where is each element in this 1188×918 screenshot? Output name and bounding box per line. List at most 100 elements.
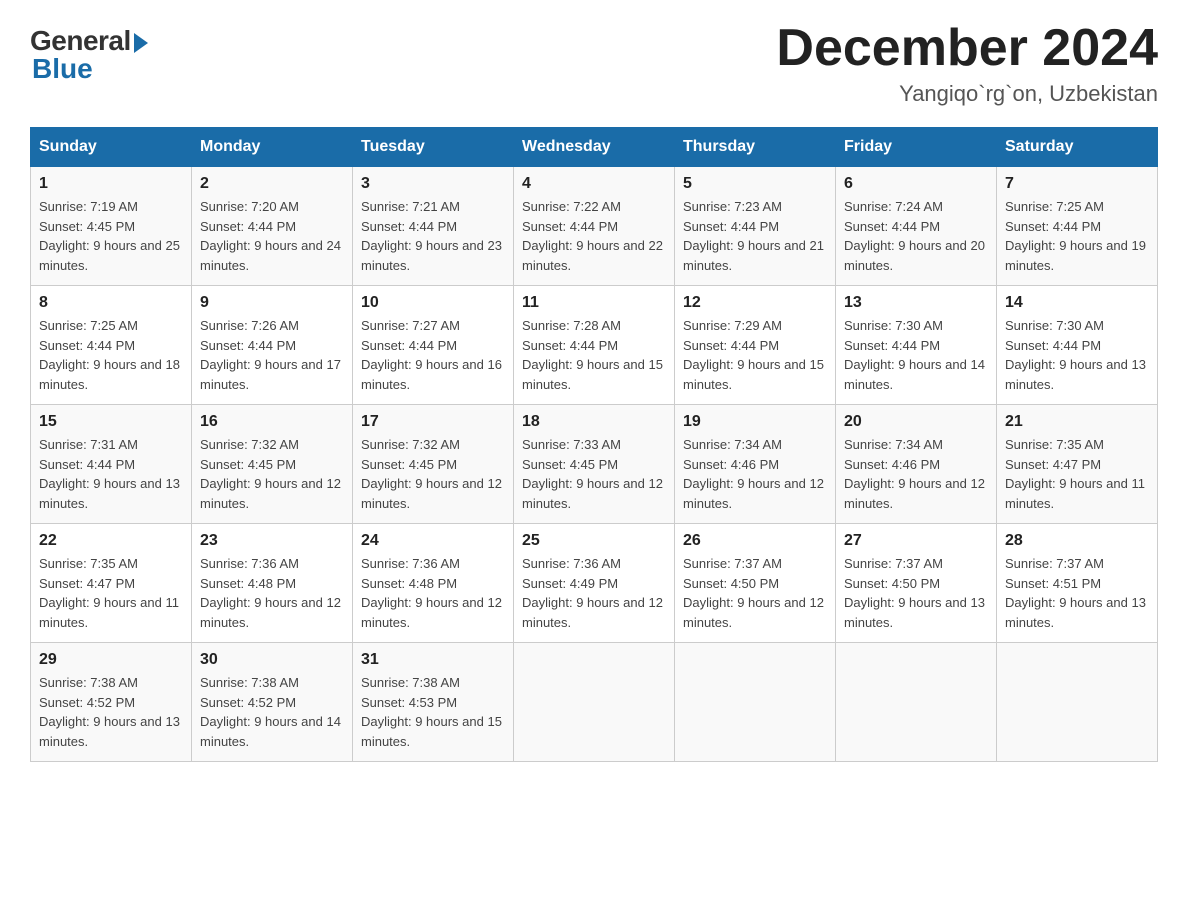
day-number: 20 (844, 413, 988, 431)
calendar-header-wednesday: Wednesday (514, 128, 675, 167)
calendar-cell: 14 Sunrise: 7:30 AMSunset: 4:44 PMDaylig… (997, 286, 1158, 405)
day-number: 30 (200, 651, 344, 669)
calendar-cell (675, 643, 836, 762)
day-info: Sunrise: 7:22 AMSunset: 4:44 PMDaylight:… (522, 197, 666, 275)
day-info: Sunrise: 7:24 AMSunset: 4:44 PMDaylight:… (844, 197, 988, 275)
day-number: 22 (39, 532, 183, 550)
day-info: Sunrise: 7:38 AMSunset: 4:52 PMDaylight:… (39, 673, 183, 751)
calendar-cell: 27 Sunrise: 7:37 AMSunset: 4:50 PMDaylig… (836, 524, 997, 643)
day-number: 10 (361, 294, 505, 312)
day-info: Sunrise: 7:34 AMSunset: 4:46 PMDaylight:… (844, 435, 988, 513)
day-number: 19 (683, 413, 827, 431)
calendar-header-monday: Monday (192, 128, 353, 167)
day-number: 17 (361, 413, 505, 431)
day-info: Sunrise: 7:30 AMSunset: 4:44 PMDaylight:… (844, 316, 988, 394)
month-year-title: December 2024 (776, 20, 1158, 77)
day-info: Sunrise: 7:36 AMSunset: 4:48 PMDaylight:… (200, 554, 344, 632)
day-number: 5 (683, 175, 827, 193)
day-number: 13 (844, 294, 988, 312)
calendar-week-row: 15 Sunrise: 7:31 AMSunset: 4:44 PMDaylig… (31, 405, 1158, 524)
day-info: Sunrise: 7:35 AMSunset: 4:47 PMDaylight:… (39, 554, 183, 632)
day-number: 23 (200, 532, 344, 550)
calendar-header-tuesday: Tuesday (353, 128, 514, 167)
calendar-cell: 23 Sunrise: 7:36 AMSunset: 4:48 PMDaylig… (192, 524, 353, 643)
day-number: 15 (39, 413, 183, 431)
day-number: 18 (522, 413, 666, 431)
day-info: Sunrise: 7:35 AMSunset: 4:47 PMDaylight:… (1005, 435, 1149, 513)
day-info: Sunrise: 7:25 AMSunset: 4:44 PMDaylight:… (39, 316, 183, 394)
calendar-body: 1 Sunrise: 7:19 AMSunset: 4:45 PMDayligh… (31, 167, 1158, 762)
day-number: 9 (200, 294, 344, 312)
day-info: Sunrise: 7:37 AMSunset: 4:51 PMDaylight:… (1005, 554, 1149, 632)
day-number: 3 (361, 175, 505, 193)
calendar-week-row: 22 Sunrise: 7:35 AMSunset: 4:47 PMDaylig… (31, 524, 1158, 643)
day-number: 21 (1005, 413, 1149, 431)
logo: General Blue (30, 20, 148, 85)
calendar-cell: 11 Sunrise: 7:28 AMSunset: 4:44 PMDaylig… (514, 286, 675, 405)
day-info: Sunrise: 7:25 AMSunset: 4:44 PMDaylight:… (1005, 197, 1149, 275)
day-number: 12 (683, 294, 827, 312)
day-number: 11 (522, 294, 666, 312)
calendar-cell: 17 Sunrise: 7:32 AMSunset: 4:45 PMDaylig… (353, 405, 514, 524)
calendar-cell: 19 Sunrise: 7:34 AMSunset: 4:46 PMDaylig… (675, 405, 836, 524)
calendar-cell: 15 Sunrise: 7:31 AMSunset: 4:44 PMDaylig… (31, 405, 192, 524)
calendar-cell: 12 Sunrise: 7:29 AMSunset: 4:44 PMDaylig… (675, 286, 836, 405)
day-info: Sunrise: 7:19 AMSunset: 4:45 PMDaylight:… (39, 197, 183, 275)
calendar-week-row: 8 Sunrise: 7:25 AMSunset: 4:44 PMDayligh… (31, 286, 1158, 405)
calendar-cell: 13 Sunrise: 7:30 AMSunset: 4:44 PMDaylig… (836, 286, 997, 405)
day-info: Sunrise: 7:23 AMSunset: 4:44 PMDaylight:… (683, 197, 827, 275)
calendar-cell: 7 Sunrise: 7:25 AMSunset: 4:44 PMDayligh… (997, 167, 1158, 286)
calendar-cell: 8 Sunrise: 7:25 AMSunset: 4:44 PMDayligh… (31, 286, 192, 405)
calendar-cell: 25 Sunrise: 7:36 AMSunset: 4:49 PMDaylig… (514, 524, 675, 643)
calendar-cell: 3 Sunrise: 7:21 AMSunset: 4:44 PMDayligh… (353, 167, 514, 286)
day-info: Sunrise: 7:38 AMSunset: 4:52 PMDaylight:… (200, 673, 344, 751)
calendar-table: SundayMondayTuesdayWednesdayThursdayFrid… (30, 127, 1158, 762)
day-number: 24 (361, 532, 505, 550)
day-number: 14 (1005, 294, 1149, 312)
calendar-header-friday: Friday (836, 128, 997, 167)
location-subtitle: Yangiqo`rg`on, Uzbekistan (776, 81, 1158, 107)
calendar-cell (836, 643, 997, 762)
day-number: 2 (200, 175, 344, 193)
calendar-week-row: 1 Sunrise: 7:19 AMSunset: 4:45 PMDayligh… (31, 167, 1158, 286)
day-number: 27 (844, 532, 988, 550)
calendar-cell: 16 Sunrise: 7:32 AMSunset: 4:45 PMDaylig… (192, 405, 353, 524)
calendar-cell: 22 Sunrise: 7:35 AMSunset: 4:47 PMDaylig… (31, 524, 192, 643)
title-block: December 2024 Yangiqo`rg`on, Uzbekistan (776, 20, 1158, 107)
calendar-week-row: 29 Sunrise: 7:38 AMSunset: 4:52 PMDaylig… (31, 643, 1158, 762)
day-number: 29 (39, 651, 183, 669)
calendar-header-saturday: Saturday (997, 128, 1158, 167)
logo-blue-text: Blue (32, 53, 93, 85)
day-info: Sunrise: 7:33 AMSunset: 4:45 PMDaylight:… (522, 435, 666, 513)
day-info: Sunrise: 7:37 AMSunset: 4:50 PMDaylight:… (844, 554, 988, 632)
day-number: 16 (200, 413, 344, 431)
day-info: Sunrise: 7:32 AMSunset: 4:45 PMDaylight:… (361, 435, 505, 513)
calendar-cell: 26 Sunrise: 7:37 AMSunset: 4:50 PMDaylig… (675, 524, 836, 643)
day-info: Sunrise: 7:29 AMSunset: 4:44 PMDaylight:… (683, 316, 827, 394)
day-number: 25 (522, 532, 666, 550)
calendar-cell: 10 Sunrise: 7:27 AMSunset: 4:44 PMDaylig… (353, 286, 514, 405)
day-number: 4 (522, 175, 666, 193)
day-info: Sunrise: 7:30 AMSunset: 4:44 PMDaylight:… (1005, 316, 1149, 394)
calendar-cell: 2 Sunrise: 7:20 AMSunset: 4:44 PMDayligh… (192, 167, 353, 286)
calendar-cell: 18 Sunrise: 7:33 AMSunset: 4:45 PMDaylig… (514, 405, 675, 524)
day-info: Sunrise: 7:21 AMSunset: 4:44 PMDaylight:… (361, 197, 505, 275)
day-number: 31 (361, 651, 505, 669)
calendar-cell: 29 Sunrise: 7:38 AMSunset: 4:52 PMDaylig… (31, 643, 192, 762)
calendar-header-thursday: Thursday (675, 128, 836, 167)
day-info: Sunrise: 7:37 AMSunset: 4:50 PMDaylight:… (683, 554, 827, 632)
calendar-cell (514, 643, 675, 762)
calendar-cell: 24 Sunrise: 7:36 AMSunset: 4:48 PMDaylig… (353, 524, 514, 643)
calendar-cell: 20 Sunrise: 7:34 AMSunset: 4:46 PMDaylig… (836, 405, 997, 524)
day-number: 8 (39, 294, 183, 312)
day-info: Sunrise: 7:28 AMSunset: 4:44 PMDaylight:… (522, 316, 666, 394)
calendar-header-row: SundayMondayTuesdayWednesdayThursdayFrid… (31, 128, 1158, 167)
calendar-cell: 30 Sunrise: 7:38 AMSunset: 4:52 PMDaylig… (192, 643, 353, 762)
day-info: Sunrise: 7:31 AMSunset: 4:44 PMDaylight:… (39, 435, 183, 513)
calendar-cell: 4 Sunrise: 7:22 AMSunset: 4:44 PMDayligh… (514, 167, 675, 286)
day-info: Sunrise: 7:26 AMSunset: 4:44 PMDaylight:… (200, 316, 344, 394)
calendar-cell: 5 Sunrise: 7:23 AMSunset: 4:44 PMDayligh… (675, 167, 836, 286)
day-info: Sunrise: 7:36 AMSunset: 4:48 PMDaylight:… (361, 554, 505, 632)
day-info: Sunrise: 7:27 AMSunset: 4:44 PMDaylight:… (361, 316, 505, 394)
day-number: 6 (844, 175, 988, 193)
